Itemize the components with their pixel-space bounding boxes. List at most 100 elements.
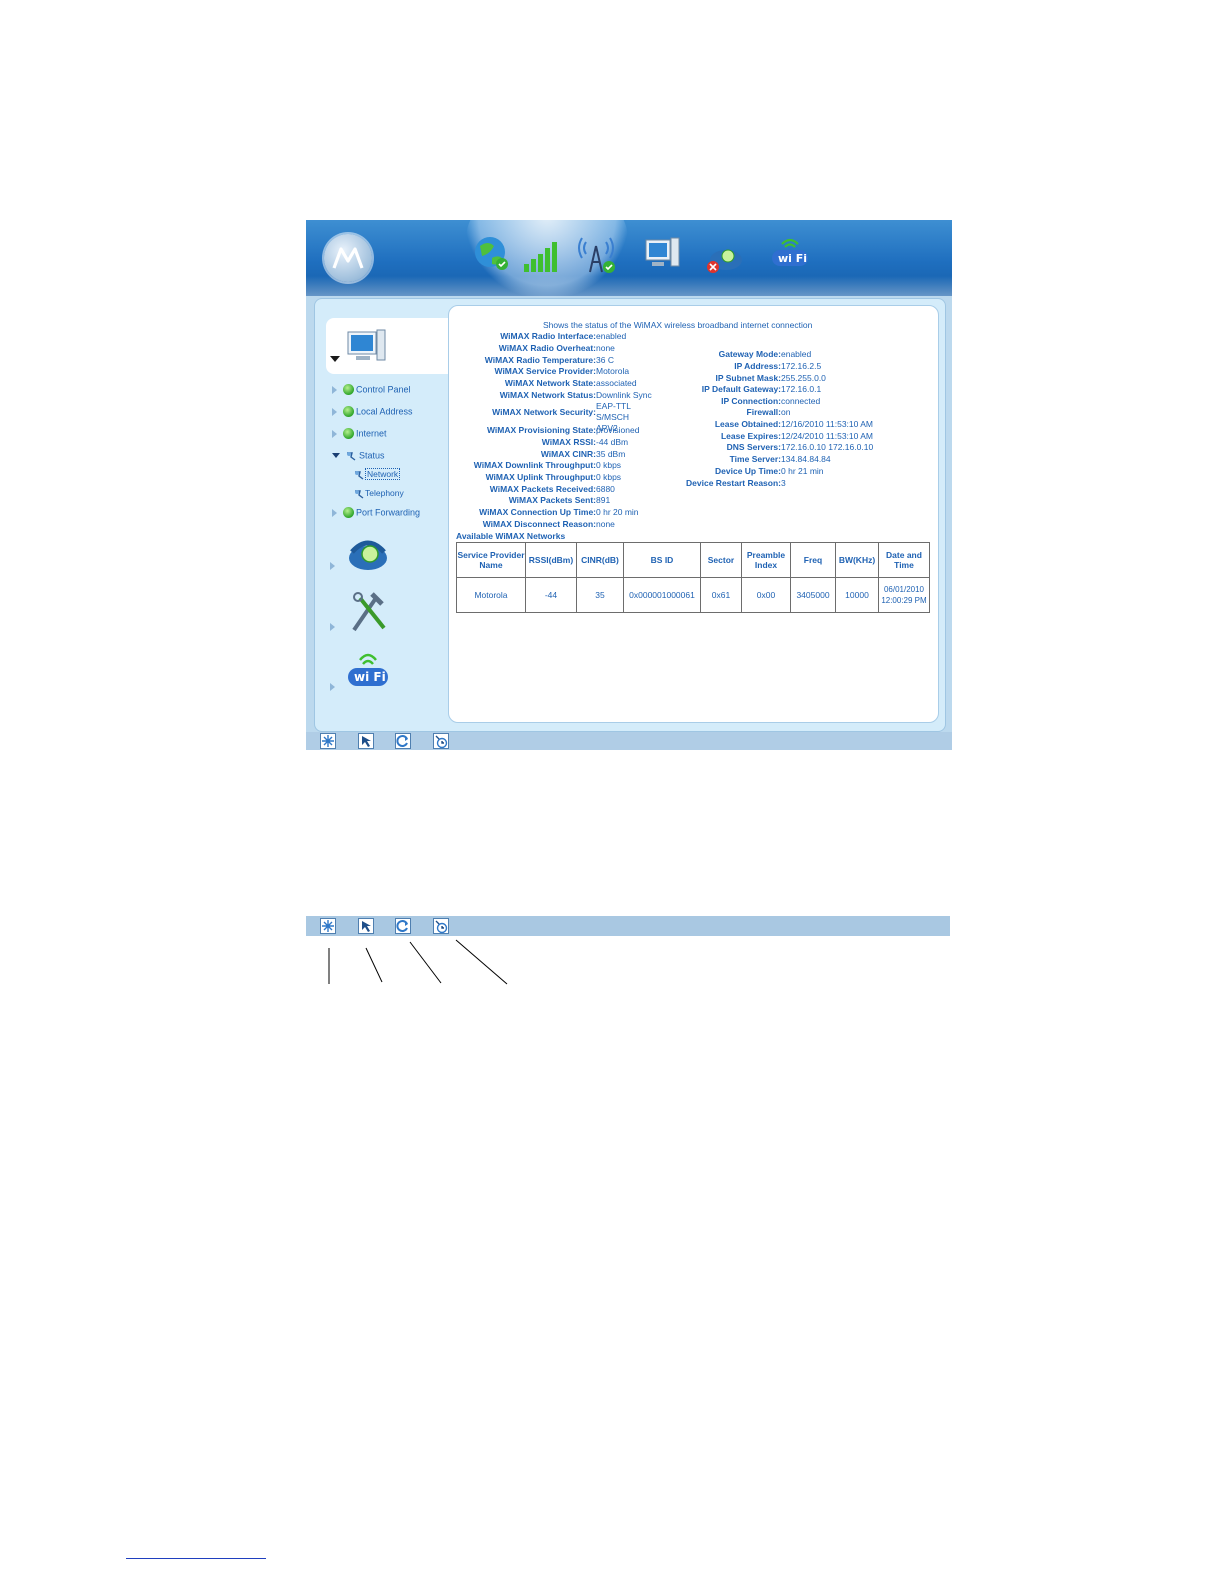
table-cell: 35 <box>576 577 624 613</box>
status-value: 12/24/2010 11:53:10 AM <box>781 431 874 441</box>
snowflake-reset-icon[interactable] <box>320 918 336 934</box>
internet-globe-icon[interactable] <box>470 232 514 276</box>
status-value: 35 dBm <box>596 449 626 459</box>
status-key: Gateway Mode: <box>718 349 781 359</box>
column-header[interactable]: CINR(dB) <box>576 542 624 578</box>
telephony-section-icon[interactable] <box>346 530 392 576</box>
status-value: 255.255.0.0 <box>781 373 826 383</box>
toolbar-callout-bar <box>306 916 950 936</box>
gear-icon <box>343 406 354 418</box>
column-header[interactable]: BS ID <box>623 542 701 578</box>
status-value: 0 hr 20 min <box>596 507 639 517</box>
status-value: 172.16.0.1 <box>781 384 822 394</box>
computer-icon <box>347 329 386 361</box>
collapsed-arrow-icon <box>330 683 335 691</box>
table-body: Motorola -44 35 0x000001000061 0x61 0x00 34050… <box>456 577 930 613</box>
status-key: Lease Expires: <box>720 431 781 441</box>
tools-section-icon[interactable] <box>346 588 392 634</box>
column-header[interactable]: Preamble Index <box>741 542 791 578</box>
status-value: 3 <box>781 478 786 488</box>
help-clock-icon[interactable] <box>433 918 449 934</box>
column-header[interactable]: BW(KHz) <box>835 542 879 578</box>
status-key: WiMAX Downlink Throughput: <box>473 460 596 470</box>
wifi-icon[interactable]: wi Fi <box>768 232 812 276</box>
sidebar-item-local-address[interactable]: Local Address <box>332 406 413 418</box>
status-value: none <box>596 519 615 529</box>
table-header-row: Service Provider Name RSSI(dBm) CINR(dB) BS… <box>456 542 930 578</box>
status-value: enabled <box>596 331 627 341</box>
refresh-icon[interactable] <box>395 918 411 934</box>
status-key: WiMAX Service Provider: <box>494 366 597 376</box>
status-value: -44 dBm <box>596 437 629 447</box>
status-key: WiMAX Radio Interface: <box>500 331 596 341</box>
status-key: Firewall: <box>746 407 781 417</box>
callout-leader-lines <box>328 939 508 985</box>
signal-bars-icon[interactable] <box>520 232 564 276</box>
wimax-tower-icon[interactable] <box>576 232 620 276</box>
status-value: Downlink Sync <box>596 390 652 400</box>
wifi-section-icon[interactable]: wi Fi <box>346 648 392 694</box>
column-header[interactable]: Sector <box>700 542 742 578</box>
table-cell: 0x000001000061 <box>623 577 701 613</box>
telephony-disconnected-icon[interactable] <box>702 232 746 276</box>
cursor-wizard-icon[interactable] <box>358 733 374 749</box>
status-key: IP Subnet Mask: <box>715 373 782 383</box>
status-icon <box>355 470 364 480</box>
expanded-arrow-icon <box>332 453 340 459</box>
sidebar-subitem-network[interactable]: Network <box>354 468 401 480</box>
status-key: WiMAX Packets Sent: <box>508 495 596 505</box>
status-key: WiMAX Packets Received: <box>489 484 596 494</box>
motorola-logo-icon <box>324 234 372 282</box>
status-value: 0 kbps <box>596 472 622 482</box>
svg-text:wi Fi: wi Fi <box>354 670 386 684</box>
status-key: WiMAX Provisioning State: <box>486 425 596 435</box>
sidebar-item-port-forwarding[interactable]: Port Forwarding <box>332 507 420 519</box>
sidebar-item-internet[interactable]: Internet <box>332 428 387 440</box>
column-header[interactable]: Freq <box>790 542 836 578</box>
collapsed-arrow-icon <box>330 623 335 631</box>
bottom-toolbar <box>306 732 952 750</box>
status-key: Time Server: <box>729 454 781 464</box>
table-cell: 10000 <box>835 577 879 613</box>
status-key: WiMAX Disconnect Reason: <box>482 519 596 529</box>
status-value: none <box>596 343 615 353</box>
status-value: 891 <box>596 495 611 505</box>
status-value: enabled <box>781 349 812 359</box>
status-value: 12/16/2010 11:53:10 AM <box>781 419 874 429</box>
column-header[interactable]: RSSI(dBm) <box>525 542 577 578</box>
status-value: 0 hr 21 min <box>781 466 824 476</box>
table-cell: Motorola <box>456 577 526 613</box>
status-value: Motorola <box>596 366 630 376</box>
refresh-icon[interactable] <box>395 733 411 749</box>
sidebar-item-control-panel[interactable]: Control Panel <box>332 384 411 396</box>
snowflake-reset-icon[interactable] <box>320 733 336 749</box>
cursor-wizard-icon[interactable] <box>358 918 374 934</box>
sidebar-item-status[interactable]: Status <box>332 450 385 461</box>
collapsed-arrow-icon <box>332 429 337 438</box>
sidebar-subitem-telephony[interactable]: Telephony <box>354 488 404 499</box>
computer-icon[interactable] <box>640 232 684 276</box>
status-key: Device Up Time: <box>715 466 781 476</box>
status-value: 134.84.84.84 <box>781 454 831 464</box>
status-key: WiMAX CINR: <box>540 449 596 459</box>
available-networks-table: Service Provider Name RSSI(dBm) CINR(dB) BS… <box>456 542 930 613</box>
status-description: Shows the status of the WiMAX wireless b… <box>543 320 813 330</box>
status-key: IP Address: <box>734 361 781 371</box>
status-value: 36 C <box>596 355 614 365</box>
collapsed-arrow-icon <box>332 508 337 517</box>
table-cell: 3405000 <box>790 577 836 613</box>
status-icon <box>347 451 356 461</box>
gear-icon <box>343 507 354 519</box>
help-clock-icon[interactable] <box>433 733 449 749</box>
network-section-header[interactable] <box>326 318 450 374</box>
status-key: WiMAX Connection Up Time: <box>479 507 596 517</box>
table-row[interactable]: Motorola -44 35 0x000001000061 0x61 0x00 34050… <box>456 577 930 613</box>
collapsed-arrow-icon <box>332 385 337 394</box>
available-networks-title: Available WiMAX Networks <box>456 531 566 541</box>
gear-icon <box>343 384 354 396</box>
column-header[interactable]: Service Provider Name <box>456 542 526 578</box>
collapsed-arrow-icon <box>330 562 335 570</box>
status-value: provisioned <box>596 425 640 435</box>
column-header[interactable]: Date and Time <box>878 542 930 578</box>
status-value: 0 kbps <box>596 460 622 470</box>
